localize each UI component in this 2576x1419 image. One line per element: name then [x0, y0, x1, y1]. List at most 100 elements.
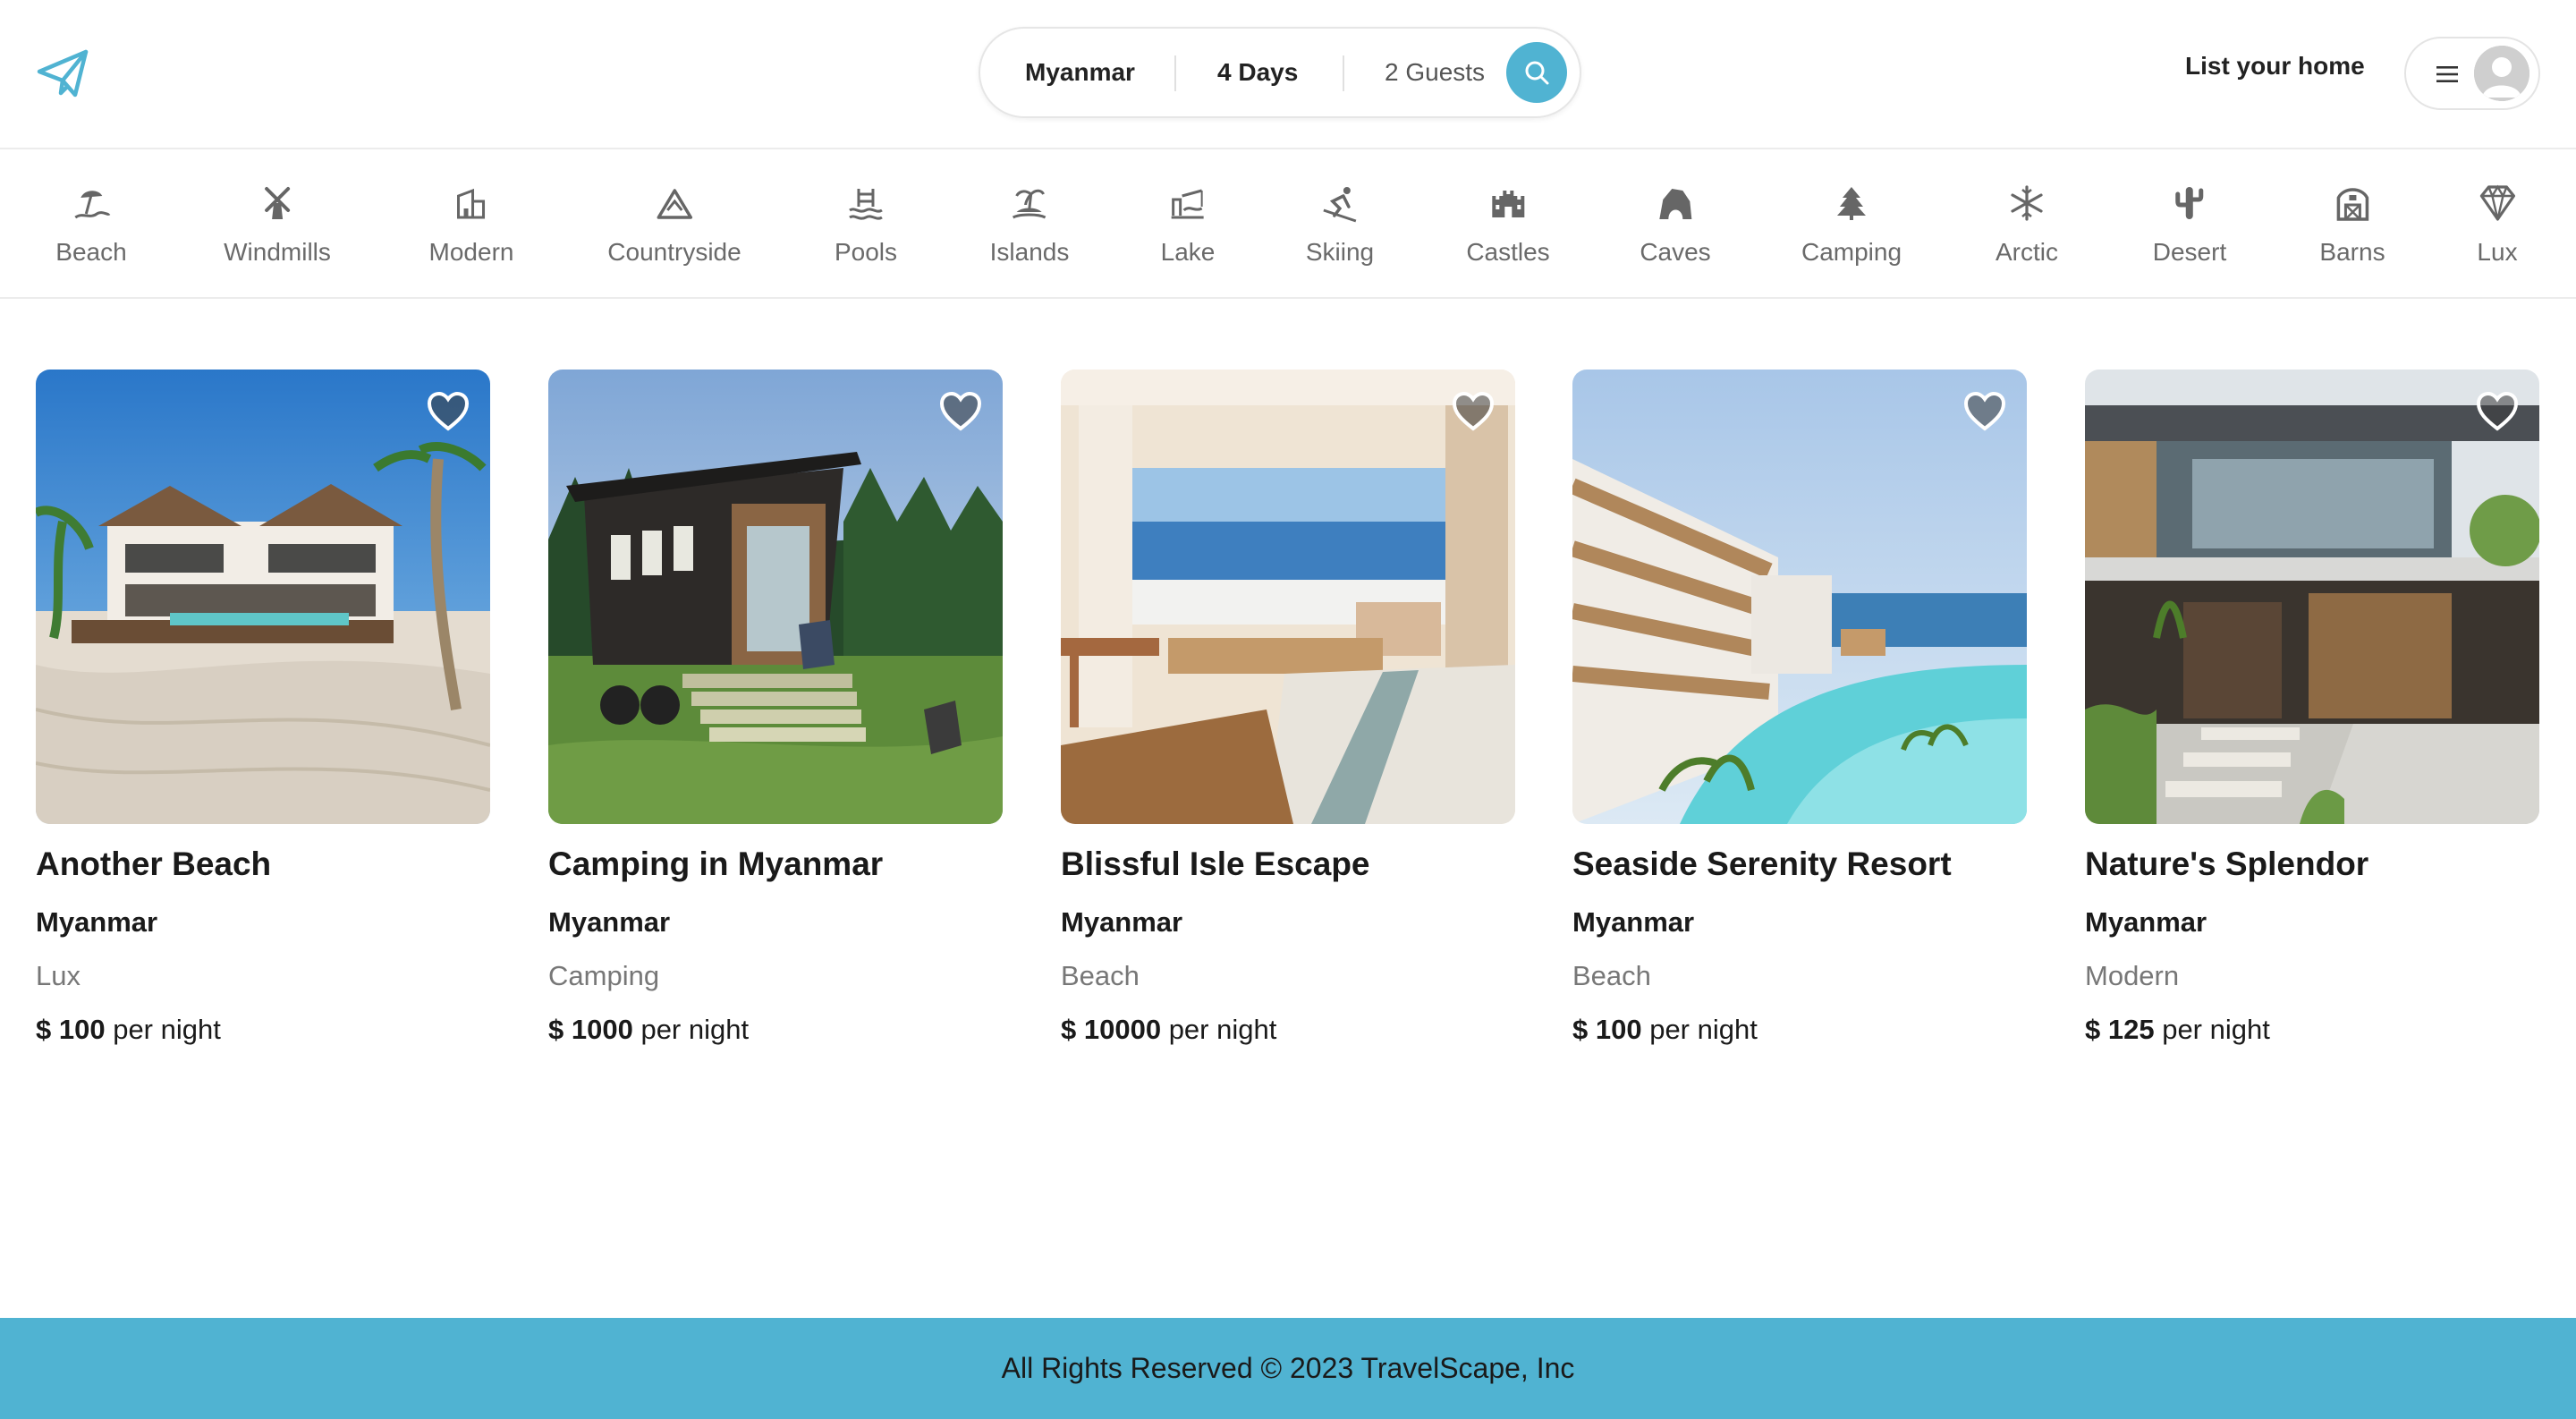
listing-category: Camping: [548, 960, 660, 991]
tiny-house-photo: [548, 370, 1003, 824]
listing-title[interactable]: Blissful Isle Escape: [1061, 845, 1515, 883]
heart-icon[interactable]: [1962, 391, 2007, 432]
modern-building-icon: [457, 188, 486, 219]
diamond-icon: [2479, 184, 2515, 221]
category-skiing[interactable]: Skiing: [1306, 149, 1374, 299]
listing-title[interactable]: Camping in Myanmar: [548, 845, 1003, 883]
category-label: Lake: [1160, 238, 1216, 266]
listing-location: Myanmar: [36, 906, 158, 938]
list-your-home-link[interactable]: List your home: [2185, 52, 2365, 81]
windmill-icon: [265, 187, 290, 219]
category-label: Arctic: [1996, 238, 2058, 266]
heart-icon[interactable]: [2475, 391, 2520, 432]
listing-location: Myanmar: [2085, 906, 2207, 938]
listing-photo[interactable]: [1061, 370, 1515, 824]
listing-price: $ 100 per night: [1572, 1014, 2027, 1046]
price-suffix: per night: [113, 1014, 221, 1045]
heart-icon[interactable]: [1451, 391, 1496, 432]
copyright-text: All Rights Reserved © 2023 TravelScape, …: [1001, 1352, 1575, 1384]
beach-umbrella-icon: [74, 191, 111, 219]
search-location[interactable]: Myanmar: [1025, 29, 1135, 116]
listing-category: Lux: [36, 960, 80, 991]
listing-location: Myanmar: [1572, 906, 1695, 938]
category-beach[interactable]: Beach: [55, 149, 127, 299]
search-icon: [1525, 61, 1549, 85]
category-barns[interactable]: Barns: [2319, 149, 2385, 299]
listing-title[interactable]: Another Beach: [36, 845, 490, 883]
price-suffix: per night: [2162, 1014, 2270, 1045]
category-label: Pools: [834, 238, 898, 266]
listing-price: $ 1000 per night: [548, 1014, 1003, 1046]
paper-plane-icon[interactable]: [36, 47, 89, 100]
category-windmills[interactable]: Windmills: [224, 149, 331, 299]
lake-icon: [1172, 189, 1204, 219]
category-pools[interactable]: Pools: [835, 149, 897, 299]
price-amount: $ 1000: [548, 1014, 633, 1045]
search-divider: [1174, 55, 1176, 91]
listing-photo[interactable]: [548, 370, 1003, 824]
barn-icon: [2336, 188, 2368, 221]
modern-house-photo: [2085, 370, 2539, 824]
listing-location: Myanmar: [1061, 906, 1183, 938]
user-menu-button[interactable]: [2404, 37, 2540, 110]
mountain-icon: [657, 189, 692, 219]
listing-price: $ 125 per night: [2085, 1014, 2539, 1046]
listing-card[interactable]: Blissful Isle Escape Myanmar Beach $ 100…: [1061, 370, 1515, 1046]
price-suffix: per night: [1168, 1014, 1277, 1045]
avatar-placeholder-icon: [2474, 46, 2529, 101]
category-camping[interactable]: Camping: [1801, 149, 1902, 299]
top-navbar: Myanmar 4 Days 2 Guests List your home: [0, 0, 2576, 149]
avatar: [2474, 46, 2529, 101]
heart-icon[interactable]: [938, 391, 983, 432]
category-label: Desert: [2152, 238, 2227, 266]
listing-card[interactable]: Another Beach Myanmar Lux $ 100 per nigh…: [36, 370, 490, 1046]
island-icon: [1013, 189, 1046, 219]
price-amount: $ 100: [36, 1014, 106, 1045]
listing-photo[interactable]: [1572, 370, 2027, 824]
price-amount: $ 100: [1572, 1014, 1642, 1045]
listing-card[interactable]: Camping in Myanmar Myanmar Camping $ 100…: [548, 370, 1003, 1046]
category-castles[interactable]: Castles: [1466, 149, 1550, 299]
category-islands[interactable]: Islands: [990, 149, 1069, 299]
footer: All Rights Reserved © 2023 TravelScape, …: [0, 1318, 2576, 1419]
hamburger-menu-icon: [2436, 66, 2458, 82]
listing-location: Myanmar: [548, 906, 671, 938]
listing-photo[interactable]: [2085, 370, 2539, 824]
category-arctic[interactable]: Arctic: [1996, 149, 2058, 299]
category-label: Caves: [1640, 238, 1711, 266]
search-bar[interactable]: Myanmar 4 Days 2 Guests: [979, 27, 1581, 118]
category-label: Windmills: [224, 238, 331, 266]
price-suffix: per night: [1649, 1014, 1758, 1045]
listing-card[interactable]: Nature's Splendor Myanmar Modern $ 125 p…: [2085, 370, 2539, 1046]
heart-icon[interactable]: [426, 391, 470, 432]
listing-photo[interactable]: [36, 370, 490, 824]
category-lake[interactable]: Lake: [1160, 149, 1216, 299]
skier-icon: [1323, 187, 1357, 223]
search-button[interactable]: [1506, 42, 1567, 103]
pool-icon: [849, 189, 883, 220]
camping-tree-icon: [1837, 187, 1866, 220]
category-desert[interactable]: Desert: [2153, 149, 2226, 299]
category-label: Skiing: [1305, 238, 1375, 266]
search-duration[interactable]: 4 Days: [1217, 29, 1298, 116]
listing-title[interactable]: Nature's Splendor: [2085, 845, 2539, 883]
category-modern[interactable]: Modern: [428, 149, 514, 299]
category-label: Lux: [2477, 238, 2518, 266]
category-label: Camping: [1801, 238, 1902, 266]
listing-card[interactable]: Seaside Serenity Resort Myanmar Beach $ …: [1572, 370, 2027, 1046]
search-divider: [1343, 55, 1344, 91]
search-guests[interactable]: 2 Guests: [1385, 29, 1485, 116]
category-lux[interactable]: Lux: [2477, 149, 2518, 299]
price-amount: $ 10000: [1061, 1014, 1162, 1045]
resort-pool-photo: [1572, 370, 2027, 824]
listing-category: Beach: [1061, 960, 1140, 991]
category-caves[interactable]: Caves: [1640, 149, 1711, 299]
listing-title[interactable]: Seaside Serenity Resort: [1572, 845, 2027, 883]
snowflake-icon: [2011, 185, 2043, 221]
ocean-view-bedroom-photo: [1061, 370, 1515, 824]
category-countryside[interactable]: Countryside: [607, 149, 741, 299]
category-label: Modern: [428, 238, 514, 266]
listing-category: Modern: [2085, 960, 2180, 991]
cactus-icon: [2175, 187, 2204, 219]
category-label: Beach: [55, 238, 127, 266]
